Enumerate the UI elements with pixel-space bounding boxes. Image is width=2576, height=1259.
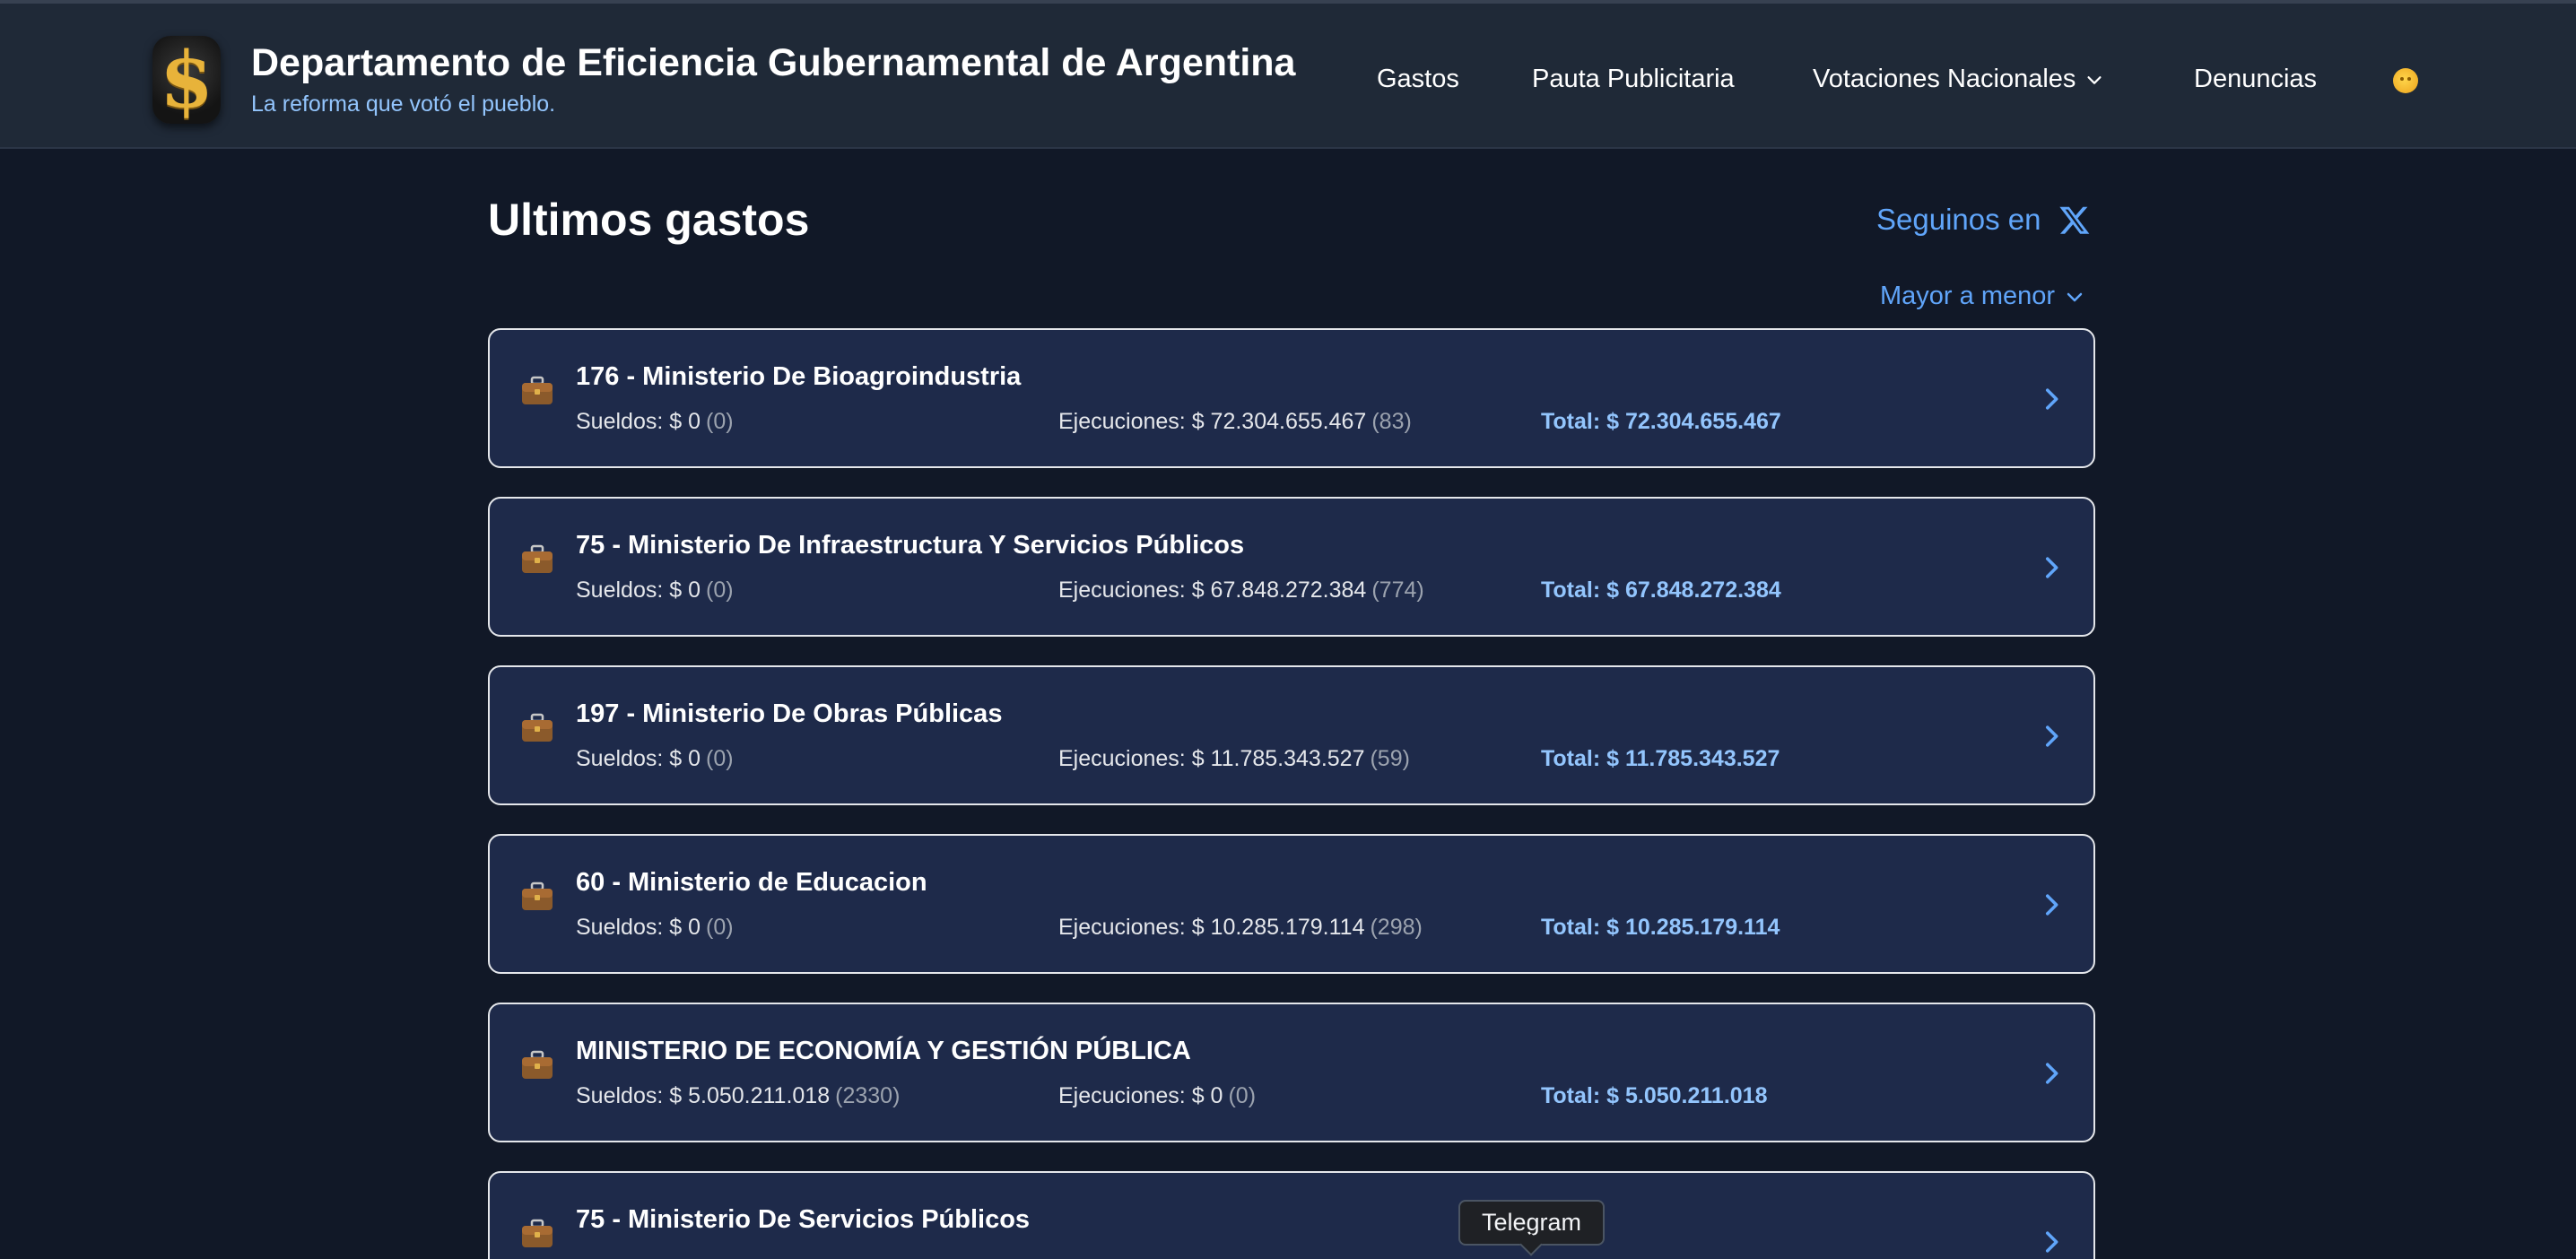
expense-card[interactable]: MINISTERIO DE ECONOMÍA Y GESTIÓN PÚBLICA… <box>488 1003 2095 1142</box>
total-value: $ 11.785.343.527 <box>1606 746 1780 771</box>
total-value: $ 10.285.179.114 <box>1606 915 1780 940</box>
total-label: Total: <box>1541 915 1601 940</box>
sueldos-count: (2330) <box>835 1083 901 1108</box>
card-sueldos: Sueldos: $ 5.050.211.018 (2330) <box>576 1083 900 1109</box>
total-label: Total: <box>1541 409 1601 434</box>
expense-card[interactable]: 75 - Ministerio De Servicios Públicos <box>488 1171 2095 1259</box>
total-value: $ 5.050.211.018 <box>1606 1083 1768 1108</box>
briefcase-icon <box>522 376 553 404</box>
total-value: $ 67.848.272.384 <box>1606 577 1781 603</box>
sueldos-value: $ 5.050.211.018 <box>669 1083 831 1108</box>
total-label: Total: <box>1541 577 1601 603</box>
card-title: 60 - Ministerio de Educacion <box>576 868 927 897</box>
expense-card[interactable]: 60 - Ministerio de Educacion Sueldos: $ … <box>488 834 2095 974</box>
card-total: Total: $ 72.304.655.467 <box>1541 409 1781 435</box>
site-header: $ Departamento de Eficiencia Gubernament… <box>0 0 2576 149</box>
card-ejecuciones: Ejecuciones: $ 67.848.272.384 (774) <box>1058 577 1424 603</box>
x-logo-icon <box>2059 206 2090 234</box>
nav-gastos[interactable]: Gastos <box>1377 65 1459 94</box>
card-total: Total: $ 11.785.343.527 <box>1541 746 1780 772</box>
card-sueldos: Sueldos: $ 0 (0) <box>576 577 734 603</box>
briefcase-icon <box>522 881 553 910</box>
briefcase-icon <box>522 1050 553 1079</box>
nav-votaciones-nacionales[interactable]: Votaciones Nacionales <box>1813 65 2104 94</box>
card-total: Total: $ 10.285.179.114 <box>1541 915 1780 941</box>
total-label: Total: <box>1541 1083 1601 1108</box>
card-ejecuciones: Ejecuciones: $ 10.285.179.114 (298) <box>1058 915 1423 941</box>
nav-votaciones-label: Votaciones Nacionales <box>1813 65 2076 93</box>
ejecuciones-value: $ 72.304.655.467 <box>1191 409 1367 434</box>
card-sueldos: Sueldos: $ 0 (0) <box>576 409 734 435</box>
sueldos-label: Sueldos: <box>576 577 664 603</box>
ejecuciones-count: (83) <box>1371 409 1412 434</box>
ejecuciones-label: Ejecuciones: <box>1058 577 1186 603</box>
page-title: Ultimos gastos <box>488 195 810 245</box>
sort-dropdown[interactable]: Mayor a menor <box>1880 282 2085 311</box>
sueldos-value: $ 0 <box>669 915 701 940</box>
sort-label: Mayor a menor <box>1880 282 2056 310</box>
site-title[interactable]: Departamento de Eficiencia Gubernamental… <box>251 41 1295 85</box>
card-ejecuciones: Ejecuciones: $ 72.304.655.467 (83) <box>1058 409 1412 435</box>
chevron-right-icon[interactable] <box>2036 721 2067 751</box>
chevron-down-icon <box>2067 292 2083 301</box>
briefcase-icon <box>522 713 553 742</box>
ejecuciones-count: (59) <box>1370 746 1410 771</box>
card-title: 197 - Ministerio De Obras Públicas <box>576 699 1003 728</box>
sueldos-count: (0) <box>706 746 734 771</box>
card-total: Total: $ 5.050.211.018 <box>1541 1083 1768 1109</box>
ejecuciones-value: $ 11.785.343.527 <box>1191 746 1365 771</box>
card-total: Total: $ 67.848.272.384 <box>1541 577 1781 603</box>
total-label: Total: <box>1541 746 1601 771</box>
card-ejecuciones: Ejecuciones: $ 0 (0) <box>1058 1083 1256 1109</box>
ejecuciones-label: Ejecuciones: <box>1058 746 1186 771</box>
site-subtitle: La reforma que votó el pueblo. <box>251 91 556 117</box>
ejecuciones-count: (0) <box>1228 1083 1257 1108</box>
sun-icon[interactable] <box>2393 68 2418 93</box>
sueldos-label: Sueldos: <box>576 746 664 771</box>
card-sueldos: Sueldos: $ 0 (0) <box>576 746 734 772</box>
chevron-right-icon[interactable] <box>2036 1227 2067 1257</box>
card-title: 75 - Ministerio De Servicios Públicos <box>576 1205 1031 1234</box>
briefcase-icon <box>522 1219 553 1247</box>
ejecuciones-value: $ 10.285.179.114 <box>1191 915 1365 940</box>
card-ejecuciones: Ejecuciones: $ 11.785.343.527 (59) <box>1058 746 1410 772</box>
dollar-logo-icon[interactable]: $ <box>152 35 221 126</box>
chevron-right-icon[interactable] <box>2036 890 2067 920</box>
nav-denuncias[interactable]: Denuncias <box>2194 65 2317 94</box>
card-sueldos: Sueldos: $ 0 (0) <box>576 915 734 941</box>
sueldos-count: (0) <box>706 915 734 940</box>
sueldos-value: $ 0 <box>669 577 701 603</box>
card-title: 176 - Ministerio De Bioagroindustria <box>576 362 1022 391</box>
follow-label: Seguinos en <box>1876 203 2041 236</box>
sueldos-value: $ 0 <box>669 746 701 771</box>
sueldos-label: Sueldos: <box>576 1083 664 1108</box>
nav-pauta-publicitaria[interactable]: Pauta Publicitaria <box>1532 65 1735 94</box>
expense-card[interactable]: 197 - Ministerio De Obras Públicas Sueld… <box>488 665 2095 805</box>
chevron-right-icon[interactable] <box>2036 1058 2067 1089</box>
telegram-tooltip: Telegram <box>1458 1200 1606 1246</box>
sueldos-label: Sueldos: <box>576 409 664 434</box>
ejecuciones-label: Ejecuciones: <box>1058 915 1186 940</box>
ejecuciones-count: (774) <box>1371 577 1424 603</box>
follow-x-link[interactable]: Seguinos en <box>1876 203 2091 237</box>
chevron-right-icon[interactable] <box>2036 384 2067 414</box>
sueldos-value: $ 0 <box>669 409 701 434</box>
ejecuciones-label: Ejecuciones: <box>1058 409 1186 434</box>
ejecuciones-count: (298) <box>1370 915 1423 940</box>
chevron-down-icon <box>2087 76 2102 85</box>
card-title: MINISTERIO DE ECONOMÍA Y GESTIÓN PÚBLICA <box>576 1037 1191 1065</box>
briefcase-icon <box>522 544 553 573</box>
ejecuciones-value: $ 0 <box>1191 1083 1223 1108</box>
card-title: 75 - Ministerio De Infraestructura Y Ser… <box>576 531 1245 560</box>
sueldos-label: Sueldos: <box>576 915 664 940</box>
ejecuciones-value: $ 67.848.272.384 <box>1191 577 1367 603</box>
expense-card[interactable]: 75 - Ministerio De Infraestructura Y Ser… <box>488 497 2095 637</box>
sueldos-count: (0) <box>706 409 734 434</box>
ejecuciones-label: Ejecuciones: <box>1058 1083 1186 1108</box>
sueldos-count: (0) <box>706 577 734 603</box>
chevron-right-icon[interactable] <box>2036 552 2067 583</box>
total-value: $ 72.304.655.467 <box>1606 409 1781 434</box>
expense-card[interactable]: 176 - Ministerio De Bioagroindustria Sue… <box>488 328 2095 468</box>
